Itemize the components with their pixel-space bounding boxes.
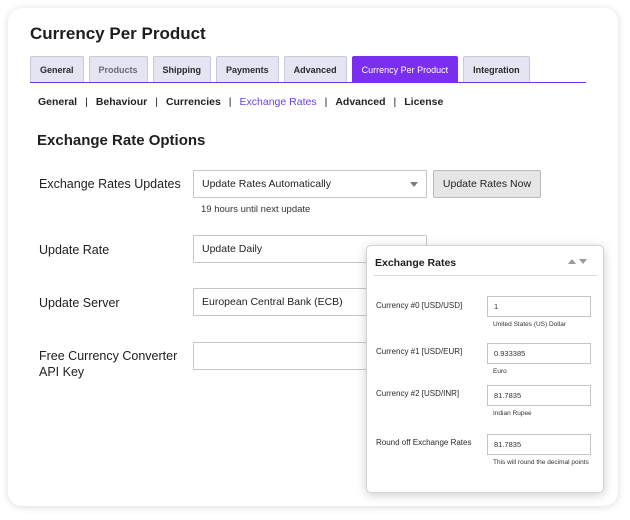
tab-payments[interactable]: Payments <box>216 56 279 82</box>
tab-bar: General Products Shipping Payments Advan… <box>30 56 530 82</box>
subnav-separator: | <box>228 96 232 108</box>
subnav-advanced[interactable]: Advanced <box>335 96 385 108</box>
rate-input-2[interactable]: 81.7835 <box>487 385 591 406</box>
rate-label-2: Currency #2 [USD/INR] <box>376 389 460 398</box>
rate-input-3[interactable]: 81.7835 <box>487 434 591 455</box>
subnav-license[interactable]: License <box>404 96 443 108</box>
update-rate-select-value: Update Daily <box>202 243 263 255</box>
tab-bar-underline <box>30 82 586 83</box>
updates-label: Exchange Rates Updates <box>39 177 181 191</box>
next-update-hint: 19 hours until next update <box>201 204 311 215</box>
update-rates-now-button[interactable]: Update Rates Now <box>433 170 541 198</box>
subnav-separator: | <box>85 96 88 108</box>
updates-select[interactable]: Update Rates Automatically <box>193 170 427 198</box>
rate-label-0: Currency #0 [USD/USD] <box>376 301 463 310</box>
update-server-select-value: European Central Bank (ECB) <box>202 296 343 308</box>
subnav-behaviour[interactable]: Behaviour <box>96 96 147 108</box>
caret-down-icon <box>410 182 418 187</box>
section-title: Exchange Rate Options <box>37 132 206 149</box>
rate-input-0[interactable]: 1 <box>487 296 591 317</box>
rate-label-1: Currency #1 [USD/EUR] <box>376 347 463 356</box>
tab-shipping[interactable]: Shipping <box>152 56 212 82</box>
api-key-label: Free Currency Converter API Key <box>39 348 177 380</box>
rate-note-2: Indian Rupee <box>493 410 532 417</box>
tab-general[interactable]: General <box>30 56 84 82</box>
rate-label-3: Round off Exchange Rates <box>376 438 472 447</box>
arrow-up-icon[interactable] <box>568 259 576 264</box>
rate-note-1: Euro <box>493 368 507 375</box>
tab-products[interactable]: Products <box>88 56 148 82</box>
rate-input-1[interactable]: 0.933385 <box>487 343 591 364</box>
rate-note-0: United States (US) Dollar <box>493 321 566 328</box>
sort-arrows-icon[interactable] <box>568 259 587 264</box>
tab-integration[interactable]: Integration <box>463 56 530 82</box>
rate-note-3: This will round the decimal points <box>493 459 589 466</box>
exchange-rates-panel-title: Exchange Rates <box>375 257 457 269</box>
subnav-general[interactable]: General <box>38 96 77 108</box>
panel-divider <box>373 275 597 276</box>
section-subnav: General | Behaviour | Currencies | Exchange Ra… <box>38 96 443 108</box>
exchange-rates-panel: Exchange Rates Currency #0 [USD/USD] 1 U… <box>366 245 604 493</box>
arrow-down-icon[interactable] <box>579 259 587 264</box>
subnav-separator: | <box>393 96 397 108</box>
tab-currency-per-product[interactable]: Currency Per Product <box>351 56 459 82</box>
tab-advanced[interactable]: Advanced <box>283 56 347 82</box>
subnav-separator: | <box>324 96 328 108</box>
subnav-exchange-rates[interactable]: Exchange Rates <box>240 96 317 108</box>
page-title: Currency Per Product <box>30 24 206 43</box>
api-key-label-line1: Free Currency Converter <box>39 349 178 363</box>
update-server-label: Update Server <box>39 296 120 310</box>
subnav-currencies[interactable]: Currencies <box>166 96 221 108</box>
updates-select-value: Update Rates Automatically <box>202 178 331 190</box>
subnav-separator: | <box>155 96 158 108</box>
update-rate-label: Update Rate <box>39 243 110 257</box>
api-key-label-line2: API Key <box>39 365 85 379</box>
